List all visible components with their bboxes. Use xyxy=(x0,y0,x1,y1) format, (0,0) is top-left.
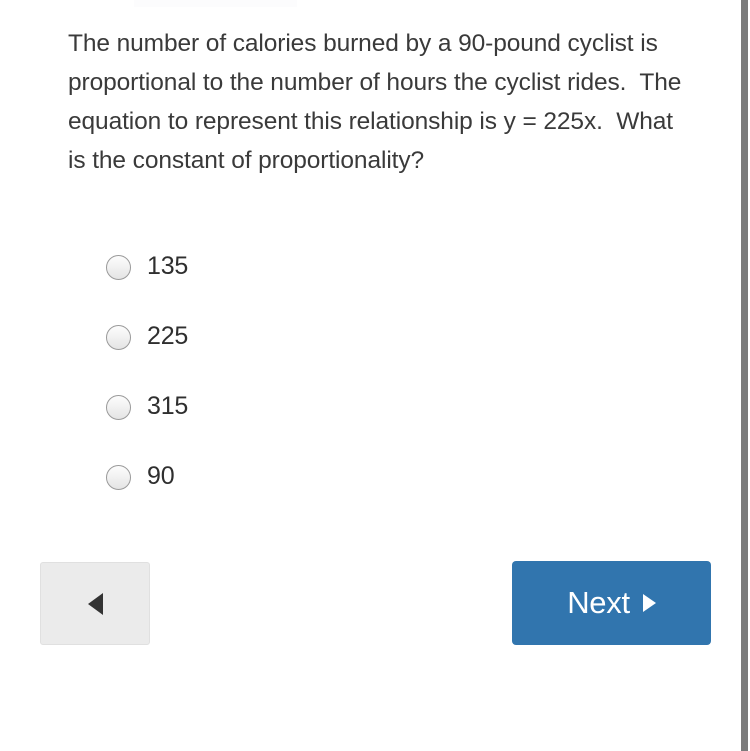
scrollbar-track[interactable] xyxy=(737,0,750,751)
scrollbar-thumb[interactable] xyxy=(741,0,748,751)
radio-button-icon[interactable] xyxy=(106,255,131,280)
answer-option-2[interactable]: 225 xyxy=(106,322,506,392)
answer-option-label: 315 xyxy=(147,392,189,420)
radio-button-icon[interactable] xyxy=(106,325,131,350)
next-button[interactable]: Next xyxy=(512,561,711,645)
answer-option-label: 135 xyxy=(147,252,189,280)
answer-option-label: 225 xyxy=(147,322,189,350)
answer-option-3[interactable]: 315 xyxy=(106,392,506,462)
answer-option-label: 90 xyxy=(147,462,175,490)
radio-button-icon[interactable] xyxy=(106,465,131,490)
answer-options-list: 135 225 315 90 xyxy=(106,252,506,532)
radio-button-icon[interactable] xyxy=(106,395,131,420)
triangle-right-icon xyxy=(642,594,656,612)
next-button-label: Next xyxy=(567,585,630,620)
quiz-page: The number of calories burned by a 90-po… xyxy=(0,0,737,751)
answer-option-1[interactable]: 135 xyxy=(106,252,506,322)
back-button[interactable] xyxy=(40,562,150,645)
question-text: The number of calories burned by a 90-po… xyxy=(68,30,688,174)
triangle-left-icon xyxy=(87,592,103,615)
answer-option-4[interactable]: 90 xyxy=(106,462,506,532)
clipped-header-artifact xyxy=(134,0,297,7)
